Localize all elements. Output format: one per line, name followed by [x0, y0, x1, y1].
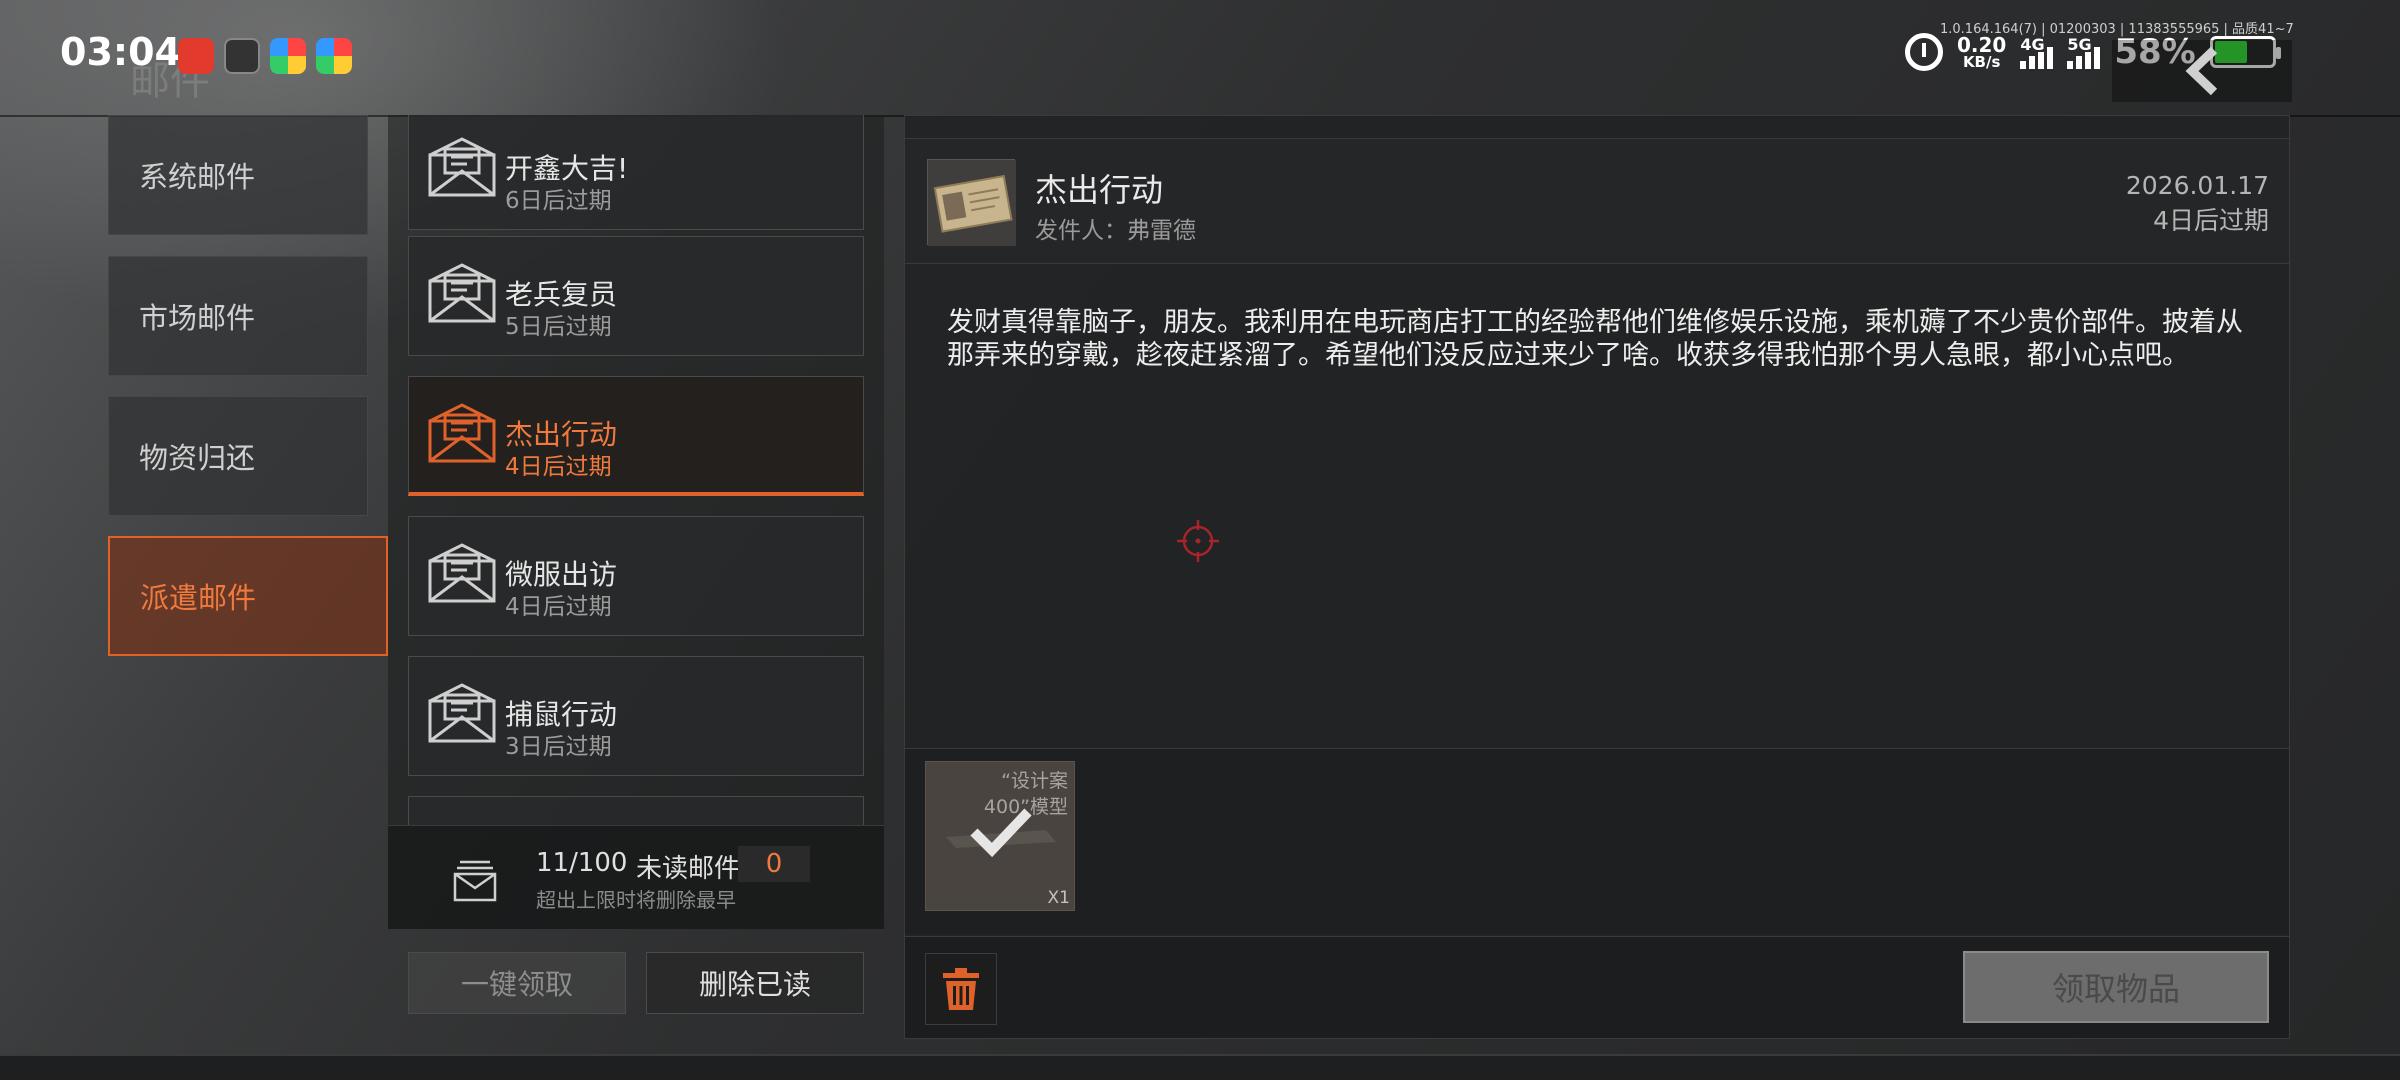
mail-detail-title: 杰出行动 [1035, 171, 1164, 209]
attachment-quantity: X1 [1047, 888, 1070, 908]
category-dispatch-mail[interactable]: 派遣邮件 [108, 536, 388, 656]
mail-list-item[interactable] [408, 796, 864, 825]
claim-items-button[interactable]: 领取物品 [1963, 951, 2269, 1023]
mail-expiry: 3日后过期 [505, 734, 612, 760]
envelope-icon [428, 683, 496, 743]
net-speed: 0.20 KB/s [1957, 32, 2007, 71]
mail-detail-expiry: 4日后过期 [2153, 206, 2269, 235]
detail-footer: 领取物品 [905, 936, 2289, 1038]
sender-avatar [927, 159, 1016, 246]
mail-list-item[interactable]: 开鑫大吉! 6日后过期 [408, 115, 864, 230]
category-market-mail[interactable]: 市场邮件 [108, 256, 368, 376]
alarm-icon [1905, 33, 1943, 71]
attachments: “设计案 400”模型 X1 [905, 748, 2289, 934]
unread-label: 未读邮件 [636, 854, 741, 884]
app-notification-icon [316, 38, 352, 74]
chevron-left-icon [2185, 46, 2218, 96]
envelope-icon [428, 263, 496, 323]
envelope-icon [428, 137, 496, 197]
mail-list-item[interactable]: 微服出访 4日后过期 [408, 516, 864, 636]
capacity-hint: 超出上限时将删除最早 [536, 888, 736, 912]
trash-icon [943, 968, 979, 1010]
app-notification-icon [270, 38, 306, 74]
mail-expiry: 6日后过期 [505, 188, 612, 214]
mail-date: 2026.01.17 [2125, 171, 2269, 200]
category-system-mail[interactable]: 系统邮件 [108, 115, 368, 235]
bottom-bar [0, 1054, 2400, 1080]
mail-expiry: 5日后过期 [505, 314, 612, 340]
unread-count-badge: 0 [738, 846, 810, 882]
checkmark-icon [970, 808, 1032, 858]
crosshair-icon [1177, 520, 1219, 562]
envelope-icon [428, 543, 496, 603]
app-notification-icon [178, 38, 214, 74]
mail-counter: 11/100 未读邮件 0 超出上限时将删除最早 [388, 825, 884, 929]
id-card-icon [928, 160, 1016, 246]
back-button[interactable] [2112, 40, 2292, 102]
mail-stack-icon [453, 860, 497, 902]
category-supply-return[interactable]: 物资归还 [108, 396, 368, 516]
notification-icons [178, 38, 352, 74]
attachment-item[interactable]: “设计案 400”模型 X1 [925, 761, 1075, 911]
mail-expiry: 4日后过期 [505, 454, 612, 480]
mail-list-item[interactable]: 老兵复员 5日后过期 [408, 236, 864, 356]
mail-detail-header: 杰出行动 发件人：弗雷德 2026.01.17 4日后过期 [905, 138, 2289, 264]
delete-read-button[interactable]: 删除已读 [646, 952, 864, 1014]
status-time: 03:04 [60, 30, 181, 74]
mail-list-item-selected[interactable]: 杰出行动 4日后过期 [408, 376, 864, 496]
delete-mail-button[interactable] [925, 953, 997, 1025]
mail-sender: 发件人：弗雷德 [1035, 218, 1196, 244]
mail-list[interactable]: 开鑫大吉! 6日后过期 老兵复员 5日后过期 杰出行动 4日后过期 微服出访 4… [388, 115, 884, 825]
claim-all-button[interactable]: 一键领取 [408, 952, 626, 1014]
mail-expiry: 4日后过期 [505, 594, 612, 620]
signal-5g-icon: 5G [2067, 35, 2101, 69]
mail-detail: 杰出行动 发件人：弗雷德 2026.01.17 4日后过期 发财真得靠脑子，朋友… [904, 115, 2290, 1039]
envelope-icon [428, 403, 496, 463]
mail-count: 11/100 [536, 848, 628, 878]
game-notification-icon [224, 38, 260, 74]
mail-body: 发财真得靠脑子，朋友。我利用在电玩商店打工的经验帮他们维修娱乐设施，乘机薅了不少… [947, 307, 2243, 371]
signal-4g-icon: 4G [2020, 35, 2054, 69]
mail-list-item[interactable]: 捕鼠行动 3日后过期 [408, 656, 864, 776]
